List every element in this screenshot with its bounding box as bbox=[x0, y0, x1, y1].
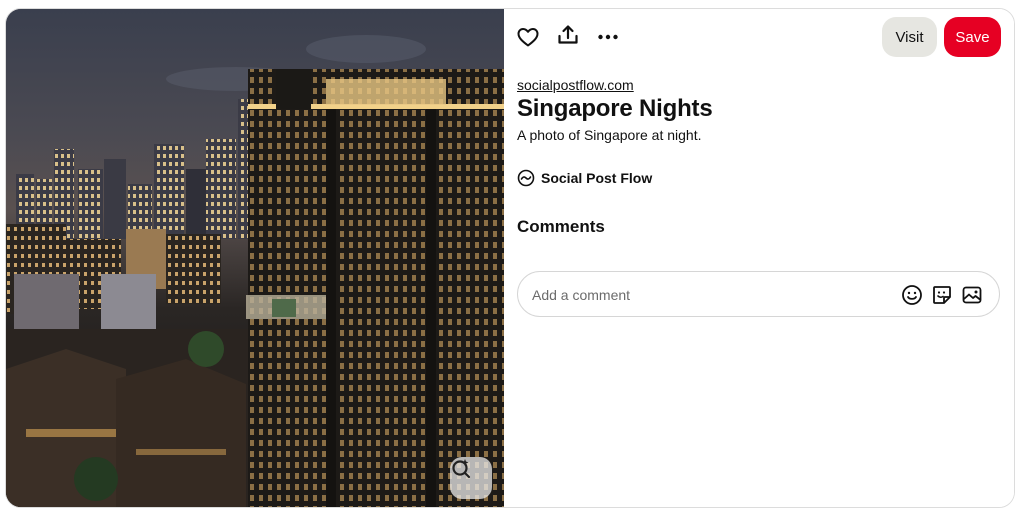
sticker-button[interactable] bbox=[930, 283, 954, 307]
pin-card: Visit Save socialpostflow.com Singapore … bbox=[5, 8, 1015, 508]
pin-details-panel: Visit Save socialpostflow.com Singapore … bbox=[504, 9, 1014, 507]
image-icon bbox=[962, 286, 982, 304]
heart-icon bbox=[517, 28, 539, 47]
like-button[interactable] bbox=[512, 21, 544, 53]
pin-description: A photo of Singapore at night. bbox=[517, 127, 702, 143]
comment-input[interactable] bbox=[532, 284, 892, 306]
emoji-icon bbox=[902, 285, 922, 305]
save-button[interactable]: Save bbox=[944, 17, 1001, 57]
creator-name: Social Post Flow bbox=[541, 170, 653, 186]
pin-title: Singapore Nights bbox=[517, 95, 713, 122]
singapore-night-photo bbox=[6, 9, 504, 507]
visit-button[interactable]: Visit bbox=[882, 17, 937, 57]
sticker-icon bbox=[933, 286, 951, 304]
more-options-icon bbox=[598, 34, 618, 40]
source-link[interactable]: socialpostflow.com bbox=[517, 77, 634, 93]
visual-search-icon bbox=[452, 459, 471, 479]
creator-avatar-icon bbox=[517, 169, 535, 187]
image-upload-button[interactable] bbox=[960, 283, 984, 307]
creator-profile[interactable]: Social Post Flow bbox=[517, 169, 652, 187]
pin-image[interactable] bbox=[6, 9, 504, 507]
comments-heading: Comments bbox=[517, 217, 605, 236]
more-options-button[interactable] bbox=[592, 21, 624, 53]
share-icon bbox=[558, 25, 578, 44]
emoji-button[interactable] bbox=[900, 283, 924, 307]
comment-composer bbox=[517, 271, 1000, 317]
share-button[interactable] bbox=[552, 19, 584, 51]
visual-search-button[interactable] bbox=[450, 457, 492, 499]
